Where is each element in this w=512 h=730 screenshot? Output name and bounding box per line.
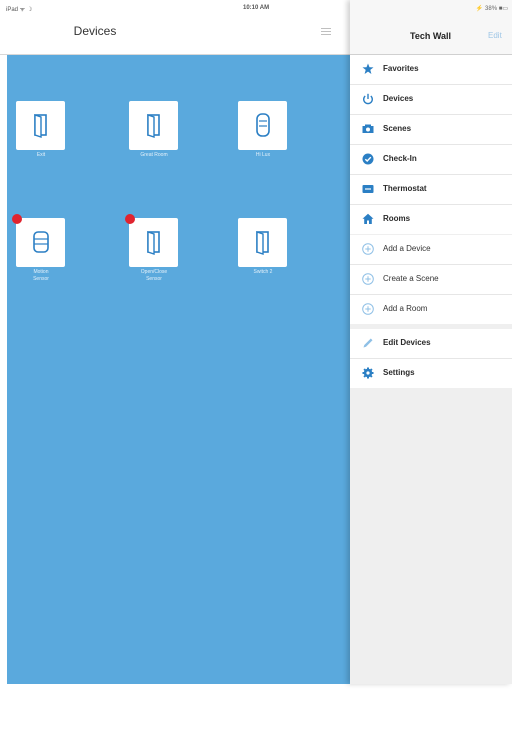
checkin-icon xyxy=(362,153,374,165)
device-label: Hi Lux xyxy=(255,152,271,158)
sensor-icon xyxy=(256,113,270,137)
device-tile-open-close-sensor[interactable] xyxy=(125,214,178,267)
device-grid: Exit Great Room Hi Lux Motion Sensor Ope… xyxy=(7,55,350,730)
menu-item-label: Rooms xyxy=(383,214,411,223)
door-icon xyxy=(147,231,160,255)
menu-item-thermostat[interactable]: Thermostat xyxy=(350,175,512,205)
status-battery: ⚡ 38% ■▭ xyxy=(475,6,508,12)
menu-item-label: Edit Devices xyxy=(383,338,431,347)
menu-item-label: Devices xyxy=(383,94,414,103)
plus-circle-icon xyxy=(362,303,374,315)
status-time: 10:10 AM xyxy=(243,5,270,11)
menu-item-devices[interactable]: Devices xyxy=(350,85,512,115)
menu-item-add-room[interactable]: Add a Room xyxy=(350,295,512,324)
side-drawer: ⚡ 38% ■▭ Tech Wall Edit Favorites Device… xyxy=(350,0,512,684)
gear-icon xyxy=(362,367,374,379)
plus-circle-icon xyxy=(362,273,374,285)
menu-item-label: Create a Scene xyxy=(383,274,439,283)
page-title: Devices xyxy=(73,24,117,38)
menu-item-create-scene[interactable]: Create a Scene xyxy=(350,265,512,295)
device-tile-great-room[interactable] xyxy=(129,101,178,150)
status-carrier: iPad ᯤ ☽ xyxy=(6,7,33,13)
door-icon xyxy=(147,114,160,138)
menu-item-label: Check-In xyxy=(383,154,417,163)
menu-icon[interactable] xyxy=(321,28,331,36)
add-menu: Add a Device Create a Scene Add a Room xyxy=(350,235,512,324)
menu-item-label: Scenes xyxy=(383,124,412,133)
menu-item-favorites[interactable]: Favorites xyxy=(350,55,512,85)
device-label: Exit xyxy=(36,152,46,158)
settings-menu: Edit Devices Settings xyxy=(350,329,512,388)
menu-item-label: Favorites xyxy=(383,64,419,73)
device-label: Switch 2 xyxy=(253,269,273,275)
device-tile-switch-2[interactable] xyxy=(238,218,287,267)
menu-item-label: Settings xyxy=(383,368,415,377)
door-icon xyxy=(256,231,269,255)
device-tile-exit[interactable] xyxy=(16,101,65,150)
device-tile-motion-sensor[interactable] xyxy=(12,214,65,267)
nav-menu: Favorites Devices Scenes Check-In Thermo… xyxy=(350,55,512,234)
device-label: Great Room xyxy=(140,152,168,158)
menu-item-settings[interactable]: Settings xyxy=(350,359,512,388)
devices-pane: iPad ᯤ ☽ 10:10 AM Devices Exit Great Roo… xyxy=(0,0,350,730)
thermostat-icon xyxy=(362,185,374,193)
alert-badge xyxy=(12,214,22,224)
sensor-icon xyxy=(33,231,49,253)
star-icon xyxy=(362,63,374,74)
menu-item-edit-devices[interactable]: Edit Devices xyxy=(350,329,512,359)
menu-item-scenes[interactable]: Scenes xyxy=(350,115,512,145)
nav-bar: Devices xyxy=(0,16,350,55)
power-icon xyxy=(363,93,373,105)
home-icon xyxy=(362,213,374,224)
menu-item-label: Add a Device xyxy=(383,244,431,253)
drawer-header: ⚡ 38% ■▭ Tech Wall Edit xyxy=(350,0,512,55)
edit-button[interactable]: Edit xyxy=(488,31,502,40)
device-label: Motion Sensor xyxy=(33,269,49,282)
menu-item-label: Add a Room xyxy=(383,304,428,313)
menu-item-rooms[interactable]: Rooms xyxy=(350,205,512,234)
pencil-icon xyxy=(363,338,373,348)
menu-item-check-in[interactable]: Check-In xyxy=(350,145,512,175)
plus-circle-icon xyxy=(362,243,374,255)
menu-item-label: Thermostat xyxy=(383,184,427,193)
device-tile-hi-lux[interactable] xyxy=(238,101,287,150)
scenes-icon xyxy=(362,124,374,133)
device-label: Open/Close Sensor xyxy=(140,269,168,282)
door-icon xyxy=(34,114,47,138)
menu-item-add-device[interactable]: Add a Device xyxy=(350,235,512,265)
status-bar: iPad ᯤ ☽ 10:10 AM xyxy=(0,0,350,16)
alert-badge xyxy=(125,214,135,224)
drawer-title: Tech Wall xyxy=(410,31,452,41)
